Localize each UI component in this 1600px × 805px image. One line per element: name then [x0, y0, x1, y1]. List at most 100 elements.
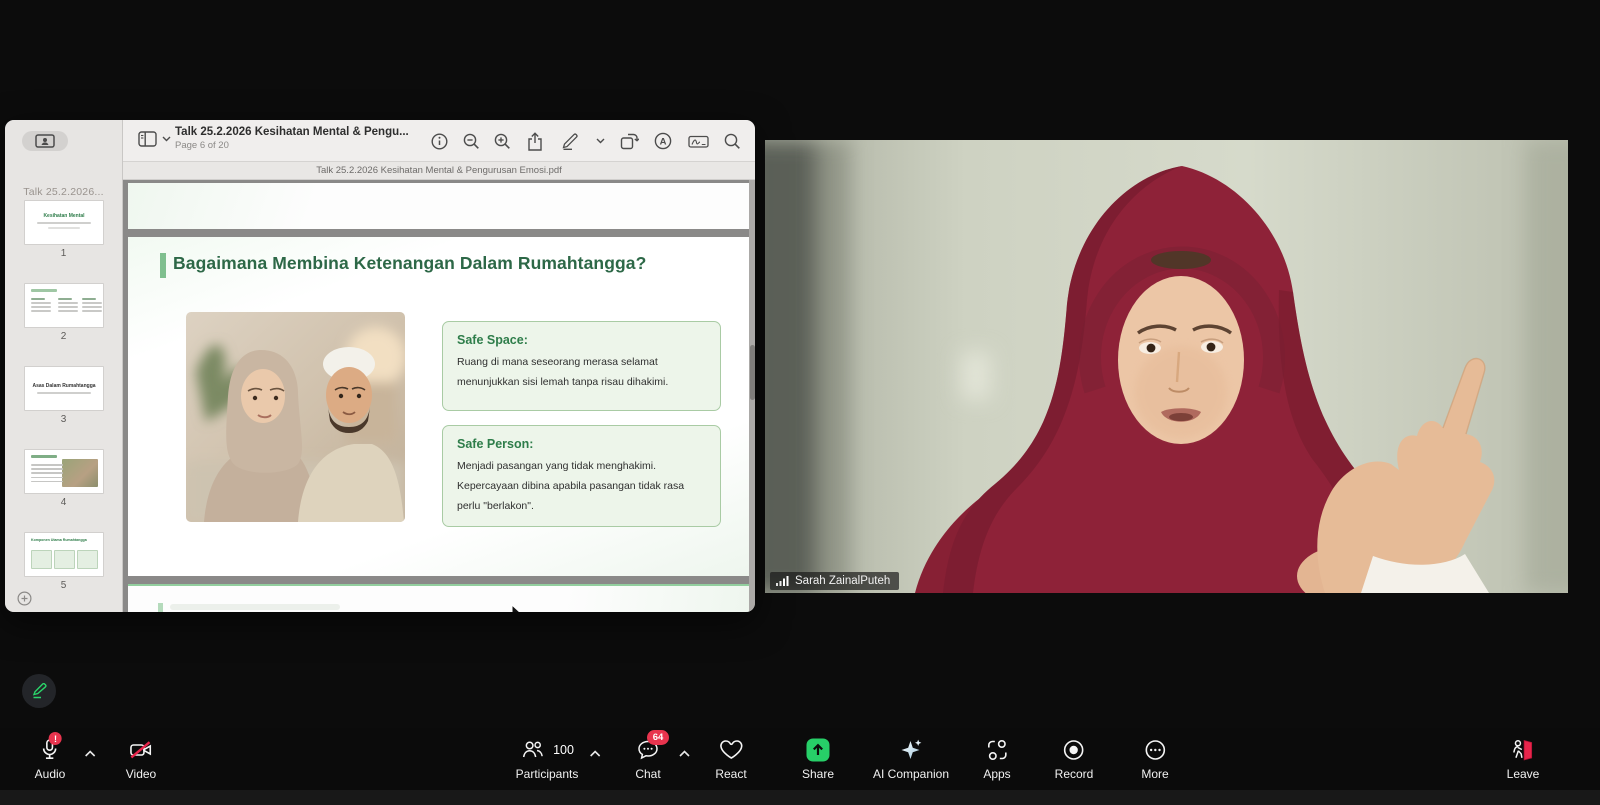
plus-circle-icon: [17, 591, 32, 606]
thumbnail-page-number: 5: [5, 580, 122, 591]
heart-icon: [718, 737, 744, 763]
toolbar-icon-group: A: [422, 120, 747, 162]
export-share-button[interactable]: [518, 132, 551, 151]
next-slide-accent-bar: [158, 603, 163, 612]
screen-share-person-icon: [35, 134, 55, 148]
slide-title-accent-bar: [160, 253, 166, 278]
participant-name: Sarah ZainalPuteh: [795, 575, 890, 587]
pdf-content-area[interactable]: Bagaimana Membina Ketenangan Dalam Rumah…: [123, 180, 755, 612]
callout-heading: Safe Person:: [457, 437, 706, 451]
page-thumbnail-5[interactable]: Komponen Utama Rumahtangga: [24, 532, 104, 577]
shared-screen-indicator-button[interactable]: [22, 131, 68, 151]
apps-button[interactable]: Apps: [983, 736, 1010, 781]
video-label: Video: [126, 767, 156, 781]
ai-button[interactable]: AI Companion: [873, 736, 949, 781]
page-thumbnail-2[interactable]: [24, 283, 104, 328]
search-button[interactable]: [717, 133, 747, 150]
audio-label: Audio: [35, 767, 66, 781]
page-thumbnail-3[interactable]: Asas Dalam Rumahtangga: [24, 366, 104, 411]
search-icon: [724, 133, 741, 150]
info-button[interactable]: [422, 133, 456, 150]
leave-label: Leave: [1507, 767, 1540, 781]
ai-sparkle-icon: [898, 737, 924, 763]
chevron-up-icon: [678, 749, 691, 758]
markup-options-button[interactable]: [588, 138, 612, 144]
add-page-button[interactable]: [16, 591, 32, 607]
speaker-video-tile[interactable]: Sarah ZainalPuteh: [765, 140, 1568, 593]
chevron-up-icon: [589, 749, 602, 758]
camera-off-icon: [128, 737, 154, 763]
export-share-icon: [527, 132, 543, 151]
chat-button[interactable]: 64 Chat: [635, 736, 661, 781]
thumbnail-page-number: 2: [5, 331, 122, 342]
chevron-up-icon: [84, 749, 97, 758]
pdf-scrollbar-thumb[interactable]: [750, 345, 755, 400]
page-5-bottom-fragment: [128, 183, 753, 229]
chat-label: Chat: [635, 767, 660, 781]
participant-name-tag: Sarah ZainalPuteh: [770, 572, 899, 590]
more-button[interactable]: More: [1141, 736, 1168, 781]
leave-door-icon: [1510, 737, 1536, 763]
page-thumbnail-4[interactable]: [24, 449, 104, 494]
thumbnail-list: Kesihatan Mental 1 2 Asas Dalam Rumahtangga…: [5, 198, 122, 612]
chevron-down-icon: [162, 136, 171, 142]
record-label: Record: [1055, 767, 1094, 781]
callout-heading: Safe Space:: [457, 333, 706, 347]
audio-options-caret[interactable]: [84, 746, 97, 761]
share-button[interactable]: Share: [802, 736, 834, 781]
more-dots-icon: [1142, 737, 1168, 763]
zoom-in-button[interactable]: [487, 133, 518, 150]
chat-notification-badge: 64: [647, 730, 669, 745]
thumbnail-sidebar: Talk 25.2.2026... Kesihatan Mental12Asas…: [5, 120, 123, 612]
annotate-button[interactable]: [22, 674, 56, 708]
markup-pen-button[interactable]: [551, 132, 588, 150]
react-button[interactable]: React: [715, 736, 746, 781]
share-screen-icon: [805, 737, 831, 763]
record-icon: [1061, 737, 1087, 763]
thumbnail-slot: Kesihatan Mental 1: [5, 198, 122, 281]
svg-text:A: A: [659, 137, 666, 148]
rotate-button[interactable]: [612, 132, 646, 150]
pdf-scrollbar[interactable]: [749, 180, 755, 612]
bottom-edge-strip: [0, 790, 1600, 805]
thumbnail-slot: 2: [5, 281, 122, 364]
react-label: React: [715, 767, 746, 781]
video-button[interactable]: Video: [126, 736, 156, 781]
apps-icon: [984, 737, 1010, 763]
sidebar-toggle-button[interactable]: [138, 131, 171, 147]
thumbnail-slot: Asas Dalam Rumahtangga 3: [5, 364, 122, 447]
page-thumbnail-1[interactable]: Kesihatan Mental: [24, 200, 104, 245]
couple-photo: [186, 312, 405, 522]
thumbnail-page-number: 1: [5, 248, 122, 259]
participants-button[interactable]: 100 Participants: [516, 736, 579, 781]
more-label: More: [1141, 767, 1168, 781]
record-button[interactable]: Record: [1055, 736, 1094, 781]
shared-screen-pdf-window: Talk 25.2.2026... Kesihatan Mental12Asas…: [5, 120, 755, 612]
chat-options-caret[interactable]: [678, 746, 691, 761]
ai-label: AI Companion: [873, 767, 949, 781]
form-fill-icon: [688, 134, 709, 149]
callout-body: Ruang di mana seseorang merasa selamat m…: [457, 352, 709, 392]
chevron-down-icon: [596, 138, 605, 144]
audio-button[interactable]: ! Audio: [35, 736, 66, 781]
slide-callout-box: Safe Space: Ruang di mana seseorang meras…: [442, 321, 721, 411]
highlight-button[interactable]: A: [646, 132, 679, 150]
zoom-meeting-window: Talk 25.2.2026... Kesihatan Mental12Asas…: [0, 0, 1600, 805]
apps-label: Apps: [983, 767, 1010, 781]
filename-bar: Talk 25.2.2026 Kesihatan Mental & Pengur…: [123, 162, 755, 180]
thumbnail-page-number: 4: [5, 497, 122, 508]
pencil-icon: [31, 683, 48, 700]
zoom-in-icon: [494, 133, 511, 150]
page-7-top-fragment: [128, 584, 753, 612]
slide-title: Bagaimana Membina Ketenangan Dalam Rumah…: [173, 253, 646, 274]
page-indicator: Page 6 of 20: [175, 140, 409, 151]
markup-pen-icon: [561, 132, 579, 150]
next-slide-title-hint: [170, 604, 340, 610]
leave-button[interactable]: Leave: [1507, 736, 1540, 781]
meeting-control-bar: ! Audio Video 100 Participants 64 Chat R…: [0, 728, 1600, 790]
form-fill-button[interactable]: [679, 134, 717, 149]
thumbnail-page-number: 3: [5, 414, 122, 425]
preview-toolbar: Talk 25.2.2026 Kesihatan Mental & Pengu.…: [123, 120, 755, 162]
participants-options-caret[interactable]: [589, 746, 602, 761]
zoom-out-button[interactable]: [456, 133, 487, 150]
